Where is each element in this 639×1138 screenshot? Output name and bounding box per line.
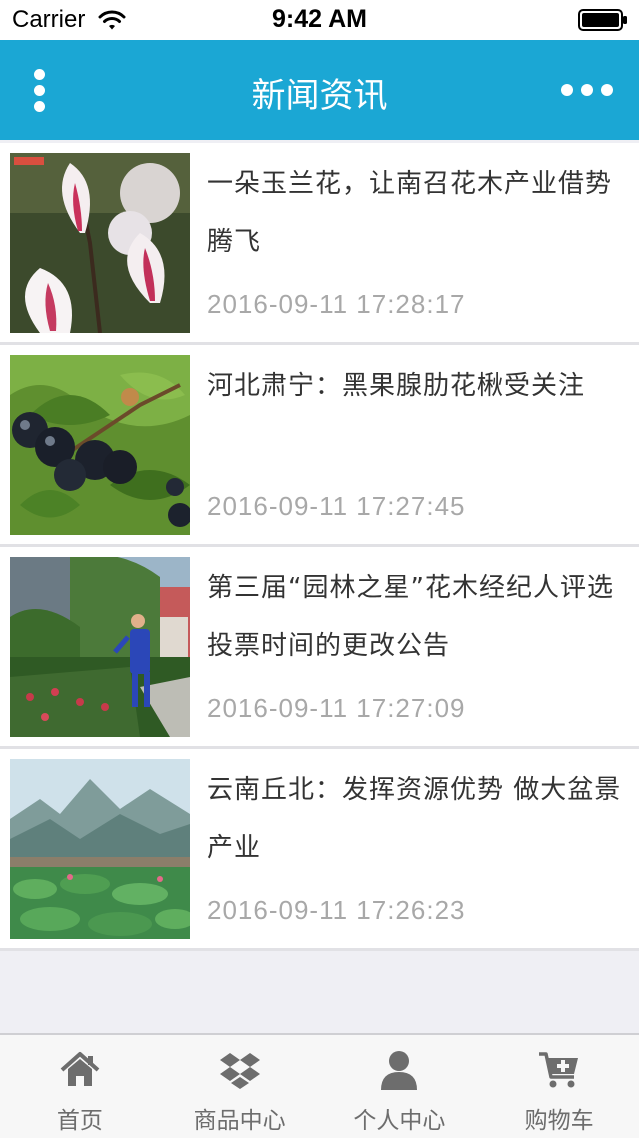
news-date: 2016-09-11 17:27:45 bbox=[207, 491, 466, 521]
tab-cart[interactable]: 购物车 bbox=[479, 1035, 639, 1138]
news-item[interactable]: 云南丘北：发挥资源优势 做大盆景产业 2016-09-11 17:26:23 bbox=[0, 749, 639, 951]
home-icon bbox=[60, 1052, 100, 1086]
tab-products[interactable]: 商品中心 bbox=[160, 1035, 320, 1138]
news-title: 一朵玉兰花，让南召花木产业借势腾飞 bbox=[207, 169, 613, 257]
news-item[interactable]: 河北肃宁：黑果腺肋花楸受关注 2016-09-11 17:27:45 bbox=[0, 345, 639, 547]
news-item[interactable]: 一朵玉兰花，让南召花木产业借势腾飞 2016-09-11 17:28:17 bbox=[0, 143, 639, 345]
news-list: 一朵玉兰花，让南召花木产业借势腾飞 2016-09-11 17:28:17 河北… bbox=[0, 143, 639, 951]
news-title: 河北肃宁：黑果腺肋花楸受关注 bbox=[207, 371, 586, 401]
tab-label: 个人中心 bbox=[353, 1108, 446, 1134]
news-thumbnail-lotus-landscape bbox=[10, 759, 190, 939]
cart-icon bbox=[539, 1052, 579, 1088]
tab-home[interactable]: 首页 bbox=[0, 1035, 160, 1138]
news-thumbnail-garden bbox=[10, 557, 190, 737]
status-time: 9:42 AM bbox=[272, 5, 367, 33]
news-date: 2016-09-11 17:27:09 bbox=[207, 693, 466, 723]
tab-bar: 首页 商品中心 个人中心 购物车 bbox=[0, 1033, 639, 1138]
user-icon bbox=[381, 1051, 418, 1090]
news-date: 2016-09-11 17:26:23 bbox=[207, 895, 466, 925]
news-date: 2016-09-11 17:28:17 bbox=[207, 289, 466, 319]
news-thumbnail-magnolia bbox=[10, 153, 190, 333]
tab-label: 购物车 bbox=[524, 1108, 594, 1134]
status-bar: Carrier 9:42 AM bbox=[0, 0, 639, 40]
more-horizontal-dots-icon[interactable] bbox=[555, 75, 619, 105]
page-title: 新闻资讯 bbox=[251, 76, 388, 116]
news-thumbnail-aronia bbox=[10, 355, 190, 535]
dropbox-icon bbox=[219, 1053, 260, 1089]
news-title: 第三届“园林之星”花木经纪人评选投票时间的更改公告 bbox=[207, 573, 614, 661]
nav-bar: 新闻资讯 bbox=[0, 40, 639, 140]
news-item[interactable]: 第三届“园林之星”花木经纪人评选投票时间的更改公告 2016-09-11 17:… bbox=[0, 547, 639, 749]
tab-label: 商品中心 bbox=[193, 1108, 286, 1134]
tab-profile[interactable]: 个人中心 bbox=[320, 1035, 480, 1138]
tab-label: 首页 bbox=[56, 1108, 103, 1134]
battery-icon bbox=[578, 9, 627, 31]
news-title: 云南丘北：发挥资源优势 做大盆景产业 bbox=[207, 775, 622, 863]
